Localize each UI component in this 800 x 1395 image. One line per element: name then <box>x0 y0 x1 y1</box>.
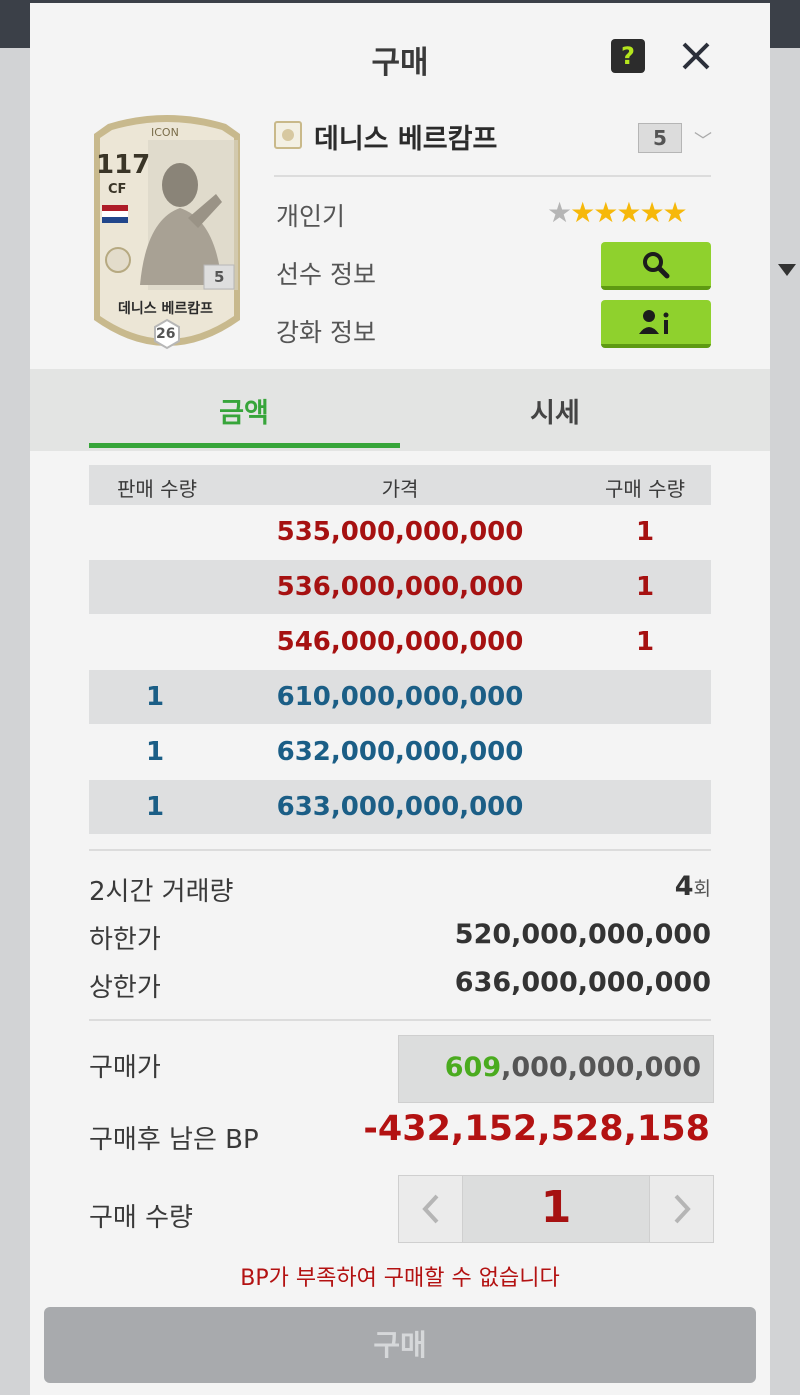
tab-bar: 금액 시세 <box>30 369 770 451</box>
card-player-name: 데니스 베르캄프 <box>118 301 214 317</box>
close-icon <box>682 42 710 70</box>
buy-qty-cell: 1 <box>635 627 655 657</box>
quantity-stepper: 1 <box>398 1175 714 1243</box>
order-table-header: 판매 수량 가격 구매 수량 <box>89 465 711 505</box>
card-position: CF <box>108 182 127 197</box>
player-card: ICON 117 CF 5 데니스 베르캄프 26 <box>88 110 246 358</box>
purchase-price-highlight: 609 <box>444 1052 502 1083</box>
table-row[interactable]: 535,000,000,000 1 <box>89 505 711 559</box>
background-dropdown-arrow-icon <box>778 264 796 276</box>
remaining-bp-value: -432,152,528,158 <box>363 1109 710 1149</box>
background-right-edge <box>770 48 800 1395</box>
grade-value: 5 <box>638 123 682 153</box>
volume-label: 2시간 거래량 <box>89 877 234 907</box>
upgrade-info-label: 강화 정보 <box>276 318 376 347</box>
tab-price[interactable]: 금액 <box>89 391 399 430</box>
divider <box>89 849 711 851</box>
chevron-left-icon <box>422 1194 439 1224</box>
quantity-value: 1 <box>540 1182 572 1233</box>
modal-title: 구매 <box>371 45 429 81</box>
header-price: 가격 <box>381 477 419 501</box>
purchase-price-input[interactable]: 609,000,000,000 <box>398 1035 714 1103</box>
popularity-label: 개인기 <box>276 202 346 231</box>
insufficient-bp-warning: BP가 부족하여 구매할 수 없습니다 <box>240 1266 560 1291</box>
table-row[interactable]: 1 633,000,000,000 <box>89 780 711 834</box>
volume-count: 4 <box>674 871 694 902</box>
header-buy-qty: 구매 수량 <box>605 477 685 501</box>
grade-selector[interactable]: 5 ﹀ <box>638 123 730 161</box>
price-cell: 546,000,000,000 <box>276 627 524 657</box>
background-left-edge <box>0 48 30 1395</box>
search-icon <box>643 252 670 279</box>
chevron-down-icon: ﹀ <box>694 131 712 152</box>
buy-qty-cell: 1 <box>635 517 655 547</box>
table-row[interactable]: 1 632,000,000,000 <box>89 725 711 779</box>
table-row[interactable]: 546,000,000,000 1 <box>89 615 711 669</box>
min-price-label: 하한가 <box>89 925 161 955</box>
player-info-label: 선수 정보 <box>276 260 376 289</box>
card-ovr: 117 <box>96 150 151 180</box>
buy-button[interactable]: 구매 <box>44 1307 756 1383</box>
sell-qty-cell: 1 <box>145 682 165 712</box>
price-cell: 633,000,000,000 <box>276 792 524 822</box>
tab-market[interactable]: 시세 <box>400 391 710 430</box>
chevron-right-icon <box>674 1194 691 1224</box>
sell-qty-cell: 1 <box>145 792 165 822</box>
divider <box>89 1019 711 1021</box>
increase-button[interactable] <box>649 1176 713 1242</box>
help-button[interactable]: ? <box>611 39 645 73</box>
sell-qty-cell: 1 <box>145 737 165 767</box>
divider <box>274 175 711 177</box>
player-name: 데니스 베르캄프 <box>314 124 498 155</box>
star-filled-icon: ★ <box>639 196 664 229</box>
player-name-row: 데니스 베르캄프 5 ﹀ <box>274 113 744 157</box>
decrease-button[interactable] <box>399 1176 463 1242</box>
purchase-price-rest: ,000,000,000 <box>501 1052 701 1083</box>
user-info-icon <box>639 310 669 334</box>
card-header-label: ICON <box>151 126 179 139</box>
card-season-number: 26 <box>156 326 176 342</box>
max-price-label: 상한가 <box>89 973 161 1003</box>
purchase-modal: 구매 ? ICON 117 CF 5 데니스 베르캄프 26 데니스 베르캄프 … <box>30 3 770 1395</box>
purchase-qty-label: 구매 수량 <box>89 1203 193 1233</box>
table-row[interactable]: 536,000,000,000 1 <box>89 560 711 614</box>
price-cell: 535,000,000,000 <box>276 517 524 547</box>
table-row[interactable]: 1 610,000,000,000 <box>89 670 711 724</box>
price-cell: 632,000,000,000 <box>276 737 524 767</box>
star-empty-icon: ★ <box>547 196 572 229</box>
star-filled-icon: ★ <box>570 196 595 229</box>
price-cell: 610,000,000,000 <box>276 682 524 712</box>
upgrade-info-button[interactable] <box>601 300 711 348</box>
price-cell: 536,000,000,000 <box>276 572 524 602</box>
skill-stars: ★★★★★★ <box>547 196 688 229</box>
buy-qty-cell: 1 <box>635 572 655 602</box>
volume-value: 4회 <box>675 871 711 902</box>
icon-season-icon <box>274 121 302 149</box>
remaining-bp-label: 구매후 남은 BP <box>89 1125 259 1155</box>
close-button[interactable] <box>676 36 716 76</box>
star-filled-icon: ★ <box>593 196 618 229</box>
player-info-button[interactable] <box>601 242 711 290</box>
star-filled-icon: ★ <box>662 196 688 229</box>
star-filled-icon: ★ <box>616 196 641 229</box>
max-price-value: 636,000,000,000 <box>454 967 711 998</box>
header-sell-qty: 판매 수량 <box>117 477 197 501</box>
volume-unit: 회 <box>693 878 711 900</box>
purchase-price-label: 구매가 <box>89 1053 161 1083</box>
card-grade-badge: 5 <box>214 268 225 286</box>
min-price-value: 520,000,000,000 <box>454 919 711 950</box>
active-tab-indicator <box>89 443 400 448</box>
